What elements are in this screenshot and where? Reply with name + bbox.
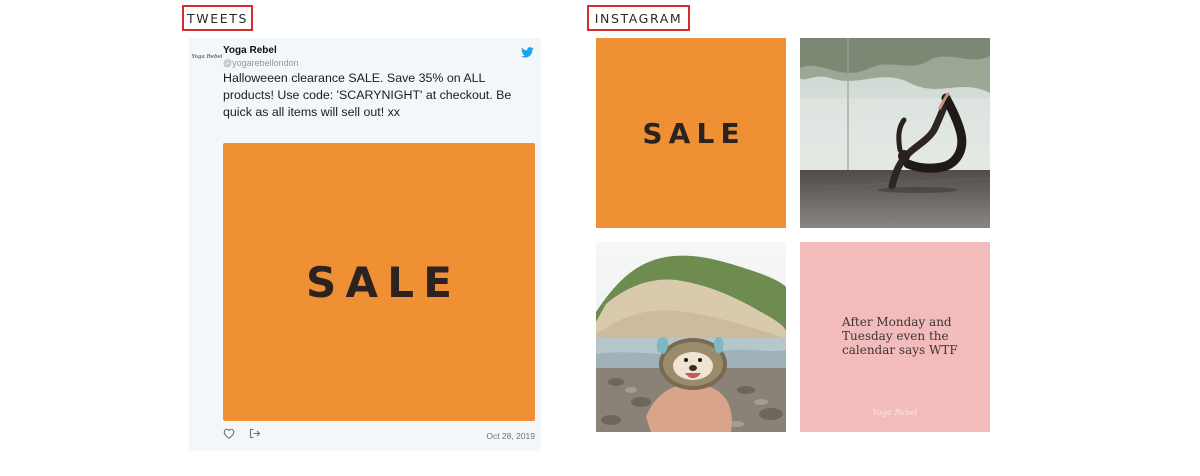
tweet-sale-image[interactable]: SALE (223, 143, 535, 421)
hedgehog-beach-photo (596, 242, 786, 432)
twitter-bird-icon[interactable] (520, 45, 534, 58)
instagram-post-yoga[interactable] (800, 38, 990, 228)
brand-signature: Yoga Rebel (872, 408, 918, 417)
sale-graphic-text: SALE (306, 257, 462, 307)
share-icon[interactable] (249, 428, 261, 439)
tweet-actions (223, 428, 261, 439)
tweet-text: Halloweeen clearance SALE. Save 35% on A… (223, 71, 512, 119)
instagram-post-quote[interactable]: After Monday and Tuesday even the calend… (800, 242, 990, 432)
quote-text: After Monday and Tuesday even the calend… (842, 315, 958, 357)
tweet-date[interactable]: Oct 28, 2019 (486, 431, 535, 441)
sale-graphic-text: SALE (642, 116, 746, 150)
author-handle[interactable]: @yogarebellondon (223, 58, 299, 68)
tweet-card[interactable]: Yoga Rebel Yoga Rebel @yogarebellondon H… (189, 38, 541, 451)
heart-icon[interactable] (223, 428, 235, 439)
instagram-section-heading: INSTAGRAM (587, 5, 690, 31)
author-name[interactable]: Yoga Rebel (223, 45, 277, 56)
yoga-pose-photo (800, 38, 990, 228)
instagram-post-hedgehog[interactable] (596, 242, 786, 432)
instagram-post-sale[interactable]: SALE (596, 38, 786, 228)
author-avatar[interactable]: Yoga Rebel (192, 50, 223, 64)
tweets-section-heading: TWEETS (182, 5, 253, 31)
